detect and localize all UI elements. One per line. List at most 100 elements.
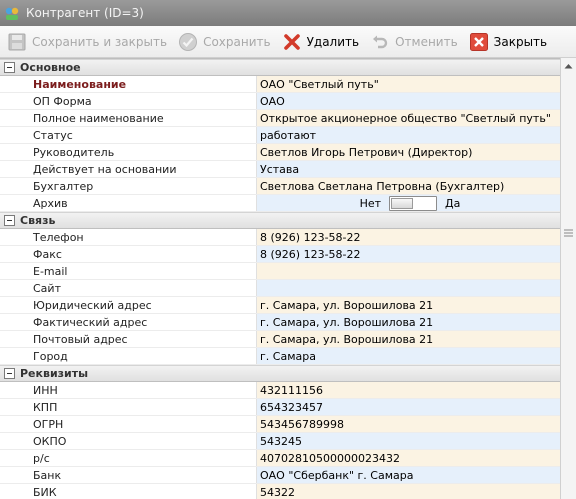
property-value[interactable]: г. Самара, ул. Ворошилова 21 bbox=[257, 331, 560, 347]
close-button[interactable]: Закрыть bbox=[468, 29, 547, 55]
property-name: Полное наименование bbox=[0, 110, 257, 126]
property-name: Наименование bbox=[0, 76, 257, 92]
property-name: ОП Форма bbox=[0, 93, 257, 109]
property-name: р/с bbox=[0, 450, 257, 466]
property-row[interactable]: р/с 40702810500000023432 bbox=[0, 450, 560, 467]
category-requisites[interactable]: Реквизиты bbox=[0, 365, 560, 382]
property-row[interactable]: Банк ОАО "Сбербанк" г. Самара bbox=[0, 467, 560, 484]
collapse-toggle-icon[interactable] bbox=[4, 368, 15, 379]
property-row[interactable]: Наименование ОАО "Светлый путь" bbox=[0, 76, 560, 93]
property-row[interactable]: КПП 654323457 bbox=[0, 399, 560, 416]
property-name: Телефон bbox=[0, 229, 257, 245]
property-grid: Основное Наименование ОАО "Светлый путь"… bbox=[0, 58, 560, 499]
property-value[interactable]: Открытое акционерное общество "Светлый п… bbox=[257, 110, 560, 126]
property-row[interactable]: ОГРН 543456789998 bbox=[0, 416, 560, 433]
property-row[interactable]: Сайт bbox=[0, 280, 560, 297]
scroll-up-arrow-icon[interactable] bbox=[561, 58, 576, 73]
save-close-button[interactable]: Сохранить и закрыть bbox=[6, 29, 167, 55]
app-icon bbox=[5, 7, 19, 20]
property-row[interactable]: ОП Форма ОАО bbox=[0, 93, 560, 110]
property-name: Действует на основании bbox=[0, 161, 257, 177]
switch-on-label: Да bbox=[445, 196, 461, 210]
scroll-grip-icon[interactable] bbox=[563, 228, 574, 238]
property-value[interactable] bbox=[257, 263, 560, 279]
property-row[interactable]: БИК 54322 bbox=[0, 484, 560, 499]
toggle-knob[interactable] bbox=[391, 197, 414, 209]
property-name: БИК bbox=[0, 484, 257, 499]
archive-switch[interactable]: Нет Да bbox=[359, 195, 461, 211]
property-value[interactable]: Устава bbox=[257, 161, 560, 177]
property-value[interactable]: 543456789998 bbox=[257, 416, 560, 432]
close-label: Закрыть bbox=[493, 34, 548, 49]
property-name: ИНН bbox=[0, 382, 257, 398]
property-value[interactable]: г. Самара bbox=[257, 348, 560, 364]
property-name: Руководитель bbox=[0, 144, 257, 160]
property-value[interactable]: Светлова Светлана Петровна (Бухгалтер) bbox=[257, 178, 560, 194]
property-value[interactable] bbox=[257, 280, 560, 296]
property-value[interactable]: 40702810500000023432 bbox=[257, 450, 560, 466]
delete-x-icon bbox=[281, 31, 303, 53]
switch-off-label: Нет bbox=[359, 196, 382, 210]
collapse-toggle-icon[interactable] bbox=[4, 215, 15, 226]
save-button[interactable]: Сохранить bbox=[177, 29, 271, 55]
property-name: ОКПО bbox=[0, 433, 257, 449]
category-main[interactable]: Основное bbox=[0, 59, 560, 76]
collapse-toggle-icon[interactable] bbox=[4, 62, 15, 73]
property-name: Банк bbox=[0, 467, 257, 483]
property-row[interactable]: E-mail bbox=[0, 263, 560, 280]
property-value[interactable]: 543245 bbox=[257, 433, 560, 449]
property-value[interactable]: Светлов Игорь Петрович (Директор) bbox=[257, 144, 560, 160]
property-name: Статус bbox=[0, 127, 257, 143]
property-row[interactable]: Действует на основании Устава bbox=[0, 161, 560, 178]
property-row[interactable]: Фактический адрес г. Самара, ул. Ворошил… bbox=[0, 314, 560, 331]
property-value[interactable]: 654323457 bbox=[257, 399, 560, 415]
property-value[interactable]: 8 (926) 123-58-22 bbox=[257, 246, 560, 262]
property-value[interactable]: работают bbox=[257, 127, 560, 143]
property-value[interactable]: ОАО "Светлый путь" bbox=[257, 76, 560, 92]
category-title: Реквизиты bbox=[20, 367, 89, 380]
property-row[interactable]: Юридический адрес г. Самара, ул. Ворошил… bbox=[0, 297, 560, 314]
property-row[interactable]: ОКПО 543245 bbox=[0, 433, 560, 450]
category-contact[interactable]: Связь bbox=[0, 212, 560, 229]
close-icon bbox=[468, 31, 490, 53]
property-value[interactable]: ОАО bbox=[257, 93, 560, 109]
property-name: Бухгалтер bbox=[0, 178, 257, 194]
property-value[interactable]: 54322 bbox=[257, 484, 560, 499]
cancel-button[interactable]: Отменить bbox=[369, 29, 458, 55]
property-name: Город bbox=[0, 348, 257, 364]
cancel-label: Отменить bbox=[395, 34, 458, 49]
property-row[interactable]: Город г. Самара bbox=[0, 348, 560, 365]
property-row[interactable]: Почтовый адрес г. Самара, ул. Ворошилова… bbox=[0, 331, 560, 348]
property-name: Факс bbox=[0, 246, 257, 262]
property-row[interactable]: Телефон 8 (926) 123-58-22 bbox=[0, 229, 560, 246]
property-value[interactable]: г. Самара, ул. Ворошилова 21 bbox=[257, 297, 560, 313]
property-row[interactable]: Бухгалтер Светлова Светлана Петровна (Бу… bbox=[0, 178, 560, 195]
toolbar: Сохранить и закрыть Сохранить Удалить От… bbox=[0, 26, 576, 58]
archive-switch-cell: Нет Да bbox=[257, 195, 560, 211]
category-title: Связь bbox=[20, 214, 56, 227]
property-name: КПП bbox=[0, 399, 257, 415]
property-name: Сайт bbox=[0, 280, 257, 296]
property-value[interactable]: ОАО "Сбербанк" г. Самара bbox=[257, 467, 560, 483]
property-name: Фактический адрес bbox=[0, 314, 257, 330]
property-row[interactable]: Факс 8 (926) 123-58-22 bbox=[0, 246, 560, 263]
property-row[interactable]: Статус работают bbox=[0, 127, 560, 144]
save-icon bbox=[6, 31, 28, 53]
property-row[interactable]: Руководитель Светлов Игорь Петрович (Дир… bbox=[0, 144, 560, 161]
delete-button[interactable]: Удалить bbox=[281, 29, 360, 55]
window-title: Контрагент (ID=3) bbox=[26, 6, 144, 20]
property-row[interactable]: Полное наименование Открытое акционерное… bbox=[0, 110, 560, 127]
property-name: Почтовый адрес bbox=[0, 331, 257, 347]
property-name: ОГРН bbox=[0, 416, 257, 432]
property-value[interactable]: г. Самара, ул. Ворошилова 21 bbox=[257, 314, 560, 330]
save-label: Сохранить bbox=[203, 34, 271, 49]
property-row[interactable]: Архив Нет Да bbox=[0, 195, 560, 212]
property-value[interactable]: 432111156 bbox=[257, 382, 560, 398]
delete-label: Удалить bbox=[306, 34, 360, 49]
checkmark-icon bbox=[177, 31, 199, 53]
vertical-scrollbar[interactable] bbox=[560, 58, 576, 499]
property-value[interactable]: 8 (926) 123-58-22 bbox=[257, 229, 560, 245]
property-row[interactable]: ИНН 432111156 bbox=[0, 382, 560, 399]
property-name: E-mail bbox=[0, 263, 257, 279]
toggle-switch[interactable] bbox=[389, 195, 438, 211]
